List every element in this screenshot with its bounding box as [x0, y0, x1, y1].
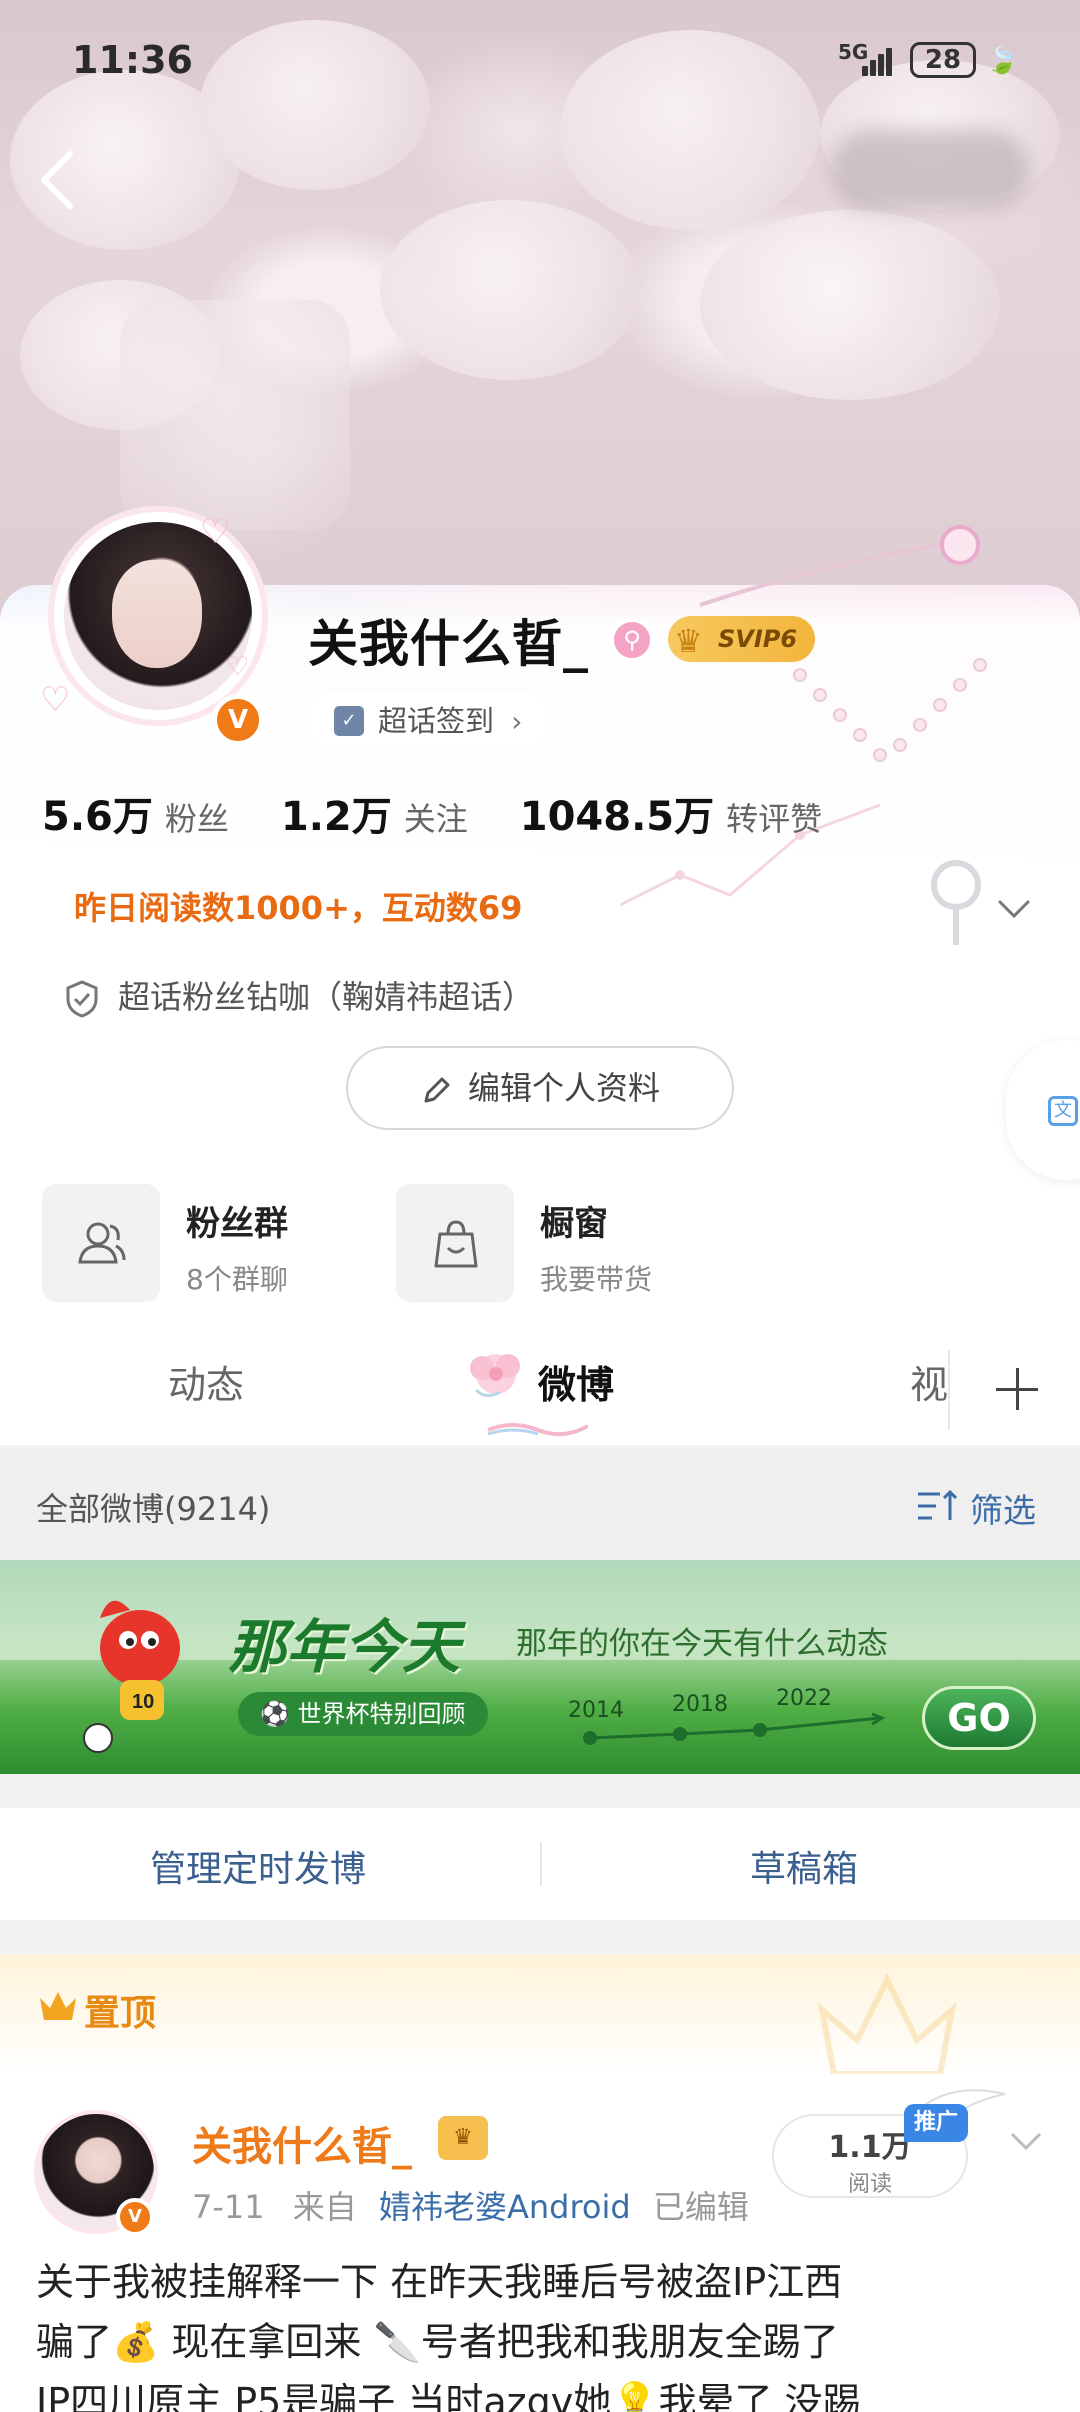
- post-line: 骗了💰 现在拿回来 🔪号者把我和我朋友全踢了: [36, 2320, 839, 2364]
- banner-title: 那年今天: [228, 1613, 461, 1681]
- calendar-check-icon: ✓: [334, 706, 364, 736]
- battery-icon: 28: [910, 42, 976, 78]
- soccer-ball-icon: ⚽: [260, 1700, 298, 1728]
- stat-followers[interactable]: 5.6万 粉丝: [42, 784, 229, 842]
- year-label: 2022: [776, 1686, 832, 1711]
- banner-pill: ⚽ 世界杯特别回顾: [238, 1692, 488, 1736]
- search-badge-icon[interactable]: ⚲: [610, 618, 654, 662]
- tile-fan-group[interactable]: 粉丝群 8个群聊: [42, 1184, 372, 1304]
- banner-subtitle: 那年的你在今天有什么动态: [516, 1626, 888, 1662]
- pencil-icon: [424, 1077, 450, 1103]
- stat-label: 粉丝: [164, 800, 229, 838]
- banner-pill-label: 世界杯特别回顾: [297, 1700, 466, 1728]
- stat-number: 1048.5万: [519, 794, 715, 840]
- leaf-icon: 🍃: [986, 46, 1019, 76]
- read-count-label: 阅读: [847, 2172, 892, 2197]
- status-time: 11:36: [72, 38, 193, 82]
- crown-icon: [40, 1992, 76, 2020]
- tile-subtitle: 8个群聊: [186, 1263, 288, 1296]
- promote-badge[interactable]: 推广: [904, 2104, 969, 2142]
- post-line: IP四川原主 P5是骗子 当时azgv她💡我晕了 没踢: [36, 2380, 861, 2412]
- crown-icon: ♛: [674, 622, 703, 660]
- post-source[interactable]: 婧祎老婆Android: [379, 2188, 631, 2226]
- tab-video[interactable]: 视: [910, 1354, 948, 1409]
- filter-button[interactable]: 筛选: [916, 1484, 1036, 1532]
- post-edited: 已编辑: [652, 2188, 749, 2226]
- edit-profile-label: 编辑个人资料: [467, 1069, 660, 1107]
- chevron-right-icon: ›: [511, 705, 523, 738]
- super-checkin-button[interactable]: ✓ 超话签到 ›: [306, 692, 551, 750]
- chevron-left-icon: [41, 151, 73, 209]
- flower-icon: [470, 1354, 520, 1397]
- filter-label: 筛选: [970, 1491, 1036, 1530]
- divider: [540, 1842, 542, 1886]
- on-this-day-banner[interactable]: 10 那年今天 那年的你在今天有什么动态 ⚽ 世界杯特别回顾 2014 2018…: [0, 1560, 1080, 1774]
- tile-title: 粉丝群: [186, 1204, 288, 1244]
- pinned-header: 置顶: [0, 1954, 1080, 2077]
- shopping-bag-icon: [396, 1184, 514, 1302]
- stat-label: 转评赞: [726, 800, 823, 838]
- crown-watermark-icon: [817, 1973, 957, 2077]
- heart-icon: ♡: [200, 512, 231, 552]
- svg-text:10: 10: [132, 1691, 154, 1713]
- tile-showcase[interactable]: 橱窗 我要带货: [396, 1184, 726, 1304]
- tile-title: 橱窗: [540, 1204, 608, 1244]
- post-author[interactable]: 关我什么晢_: [192, 2114, 412, 2172]
- tab-weibo[interactable]: 微博: [538, 1354, 614, 1409]
- drafts-button[interactable]: 草稿箱: [750, 1840, 858, 1892]
- post-body[interactable]: 关于我被挂解释一下 在昨天我睡后号被盗IP江西 骗了💰 现在拿回来 🔪号者把我和…: [36, 2252, 1046, 2412]
- blurred-area: [830, 130, 1030, 210]
- post-meta: 7-11 来自 婧祎老婆Android 已编辑: [192, 2182, 749, 2228]
- back-button[interactable]: [30, 140, 90, 220]
- chevron-down-icon[interactable]: [1008, 2126, 1044, 2156]
- ribbon-icon: [488, 1423, 588, 1437]
- year-label: 2018: [672, 1692, 728, 1717]
- scheduled-posts-button[interactable]: 管理定时发博: [150, 1840, 366, 1892]
- heart-icon: ♡: [40, 680, 71, 720]
- svip-label: SVIP6: [718, 625, 798, 653]
- pinned-label: 置顶: [84, 1993, 157, 2034]
- profile-page: 11:36 5G 28 🍃 ♡ ♡ ♡ V 关我什么晢_ ⚲ ♛ SVIP6 ✓…: [0, 0, 1080, 2412]
- chevron-down-icon[interactable]: [996, 890, 1032, 926]
- svip-badge[interactable]: ♛ SVIP6: [668, 616, 816, 662]
- content-tabs: 动态 微博 视: [0, 1330, 1080, 1440]
- pinned-post[interactable]: V 关我什么晢_ ♛ 7-11 来自 婧祎老婆Android 已编辑 1.1万 …: [0, 2074, 1080, 2412]
- stat-number: 5.6万: [42, 794, 153, 840]
- tab-feed[interactable]: 动态: [168, 1354, 244, 1409]
- read-summary[interactable]: 昨日阅读数1000+，互动数69: [48, 878, 549, 938]
- filter-icon: [918, 1489, 958, 1520]
- manage-row: 管理定时发博 草稿箱: [0, 1808, 1080, 1920]
- verified-v-badge: V: [116, 2198, 154, 2236]
- edit-profile-button[interactable]: 编辑个人资料: [346, 1046, 734, 1130]
- mascot-icon: 10: [83, 1600, 180, 1753]
- stat-label: 关注: [403, 800, 468, 838]
- signal-icon: [862, 44, 898, 76]
- post-from-label: 来自: [292, 2188, 357, 2226]
- avatar-face: [112, 560, 202, 668]
- post-date: 7-11: [192, 2188, 265, 2226]
- filter-bar: 全部微博(9214) 筛选: [0, 1448, 1080, 1564]
- status-bar: 11:36 5G 28 🍃: [0, 0, 1080, 120]
- stat-following[interactable]: 1.2万 关注: [281, 784, 468, 842]
- group-icon: [42, 1184, 160, 1302]
- fan-badge-line[interactable]: 超话粉丝钻咖（鞠婧祎超话）: [64, 972, 534, 1019]
- heart-icon: ♡: [226, 652, 250, 682]
- post-line: 关于我被挂解释一下 在昨天我睡后号被盗IP江西: [36, 2260, 843, 2304]
- add-tab-button[interactable]: [948, 1350, 1080, 1430]
- year-label: 2014: [568, 1698, 624, 1723]
- all-posts-count: 全部微博(9214): [36, 1490, 271, 1528]
- fan-badge-text: 超话粉丝钻咖（鞠婧祎超话）: [118, 978, 535, 1016]
- vip-crown-badge-icon: ♛: [438, 2116, 488, 2160]
- super-checkin-label: 超话签到: [378, 704, 495, 738]
- tile-subtitle: 我要带货: [540, 1263, 653, 1296]
- shield-icon: [66, 980, 98, 1018]
- stat-interactions[interactable]: 1048.5万 转评赞: [520, 784, 822, 842]
- verified-v-badge: V: [212, 694, 264, 746]
- stats-row: 5.6万 粉丝 1.2万 关注 1048.5万 转评赞: [42, 784, 874, 844]
- stat-number: 1.2万: [280, 794, 392, 840]
- translate-icon: 文: [1048, 1096, 1078, 1126]
- go-button[interactable]: GO: [922, 1686, 1036, 1750]
- username: 关我什么晢_: [308, 615, 589, 673]
